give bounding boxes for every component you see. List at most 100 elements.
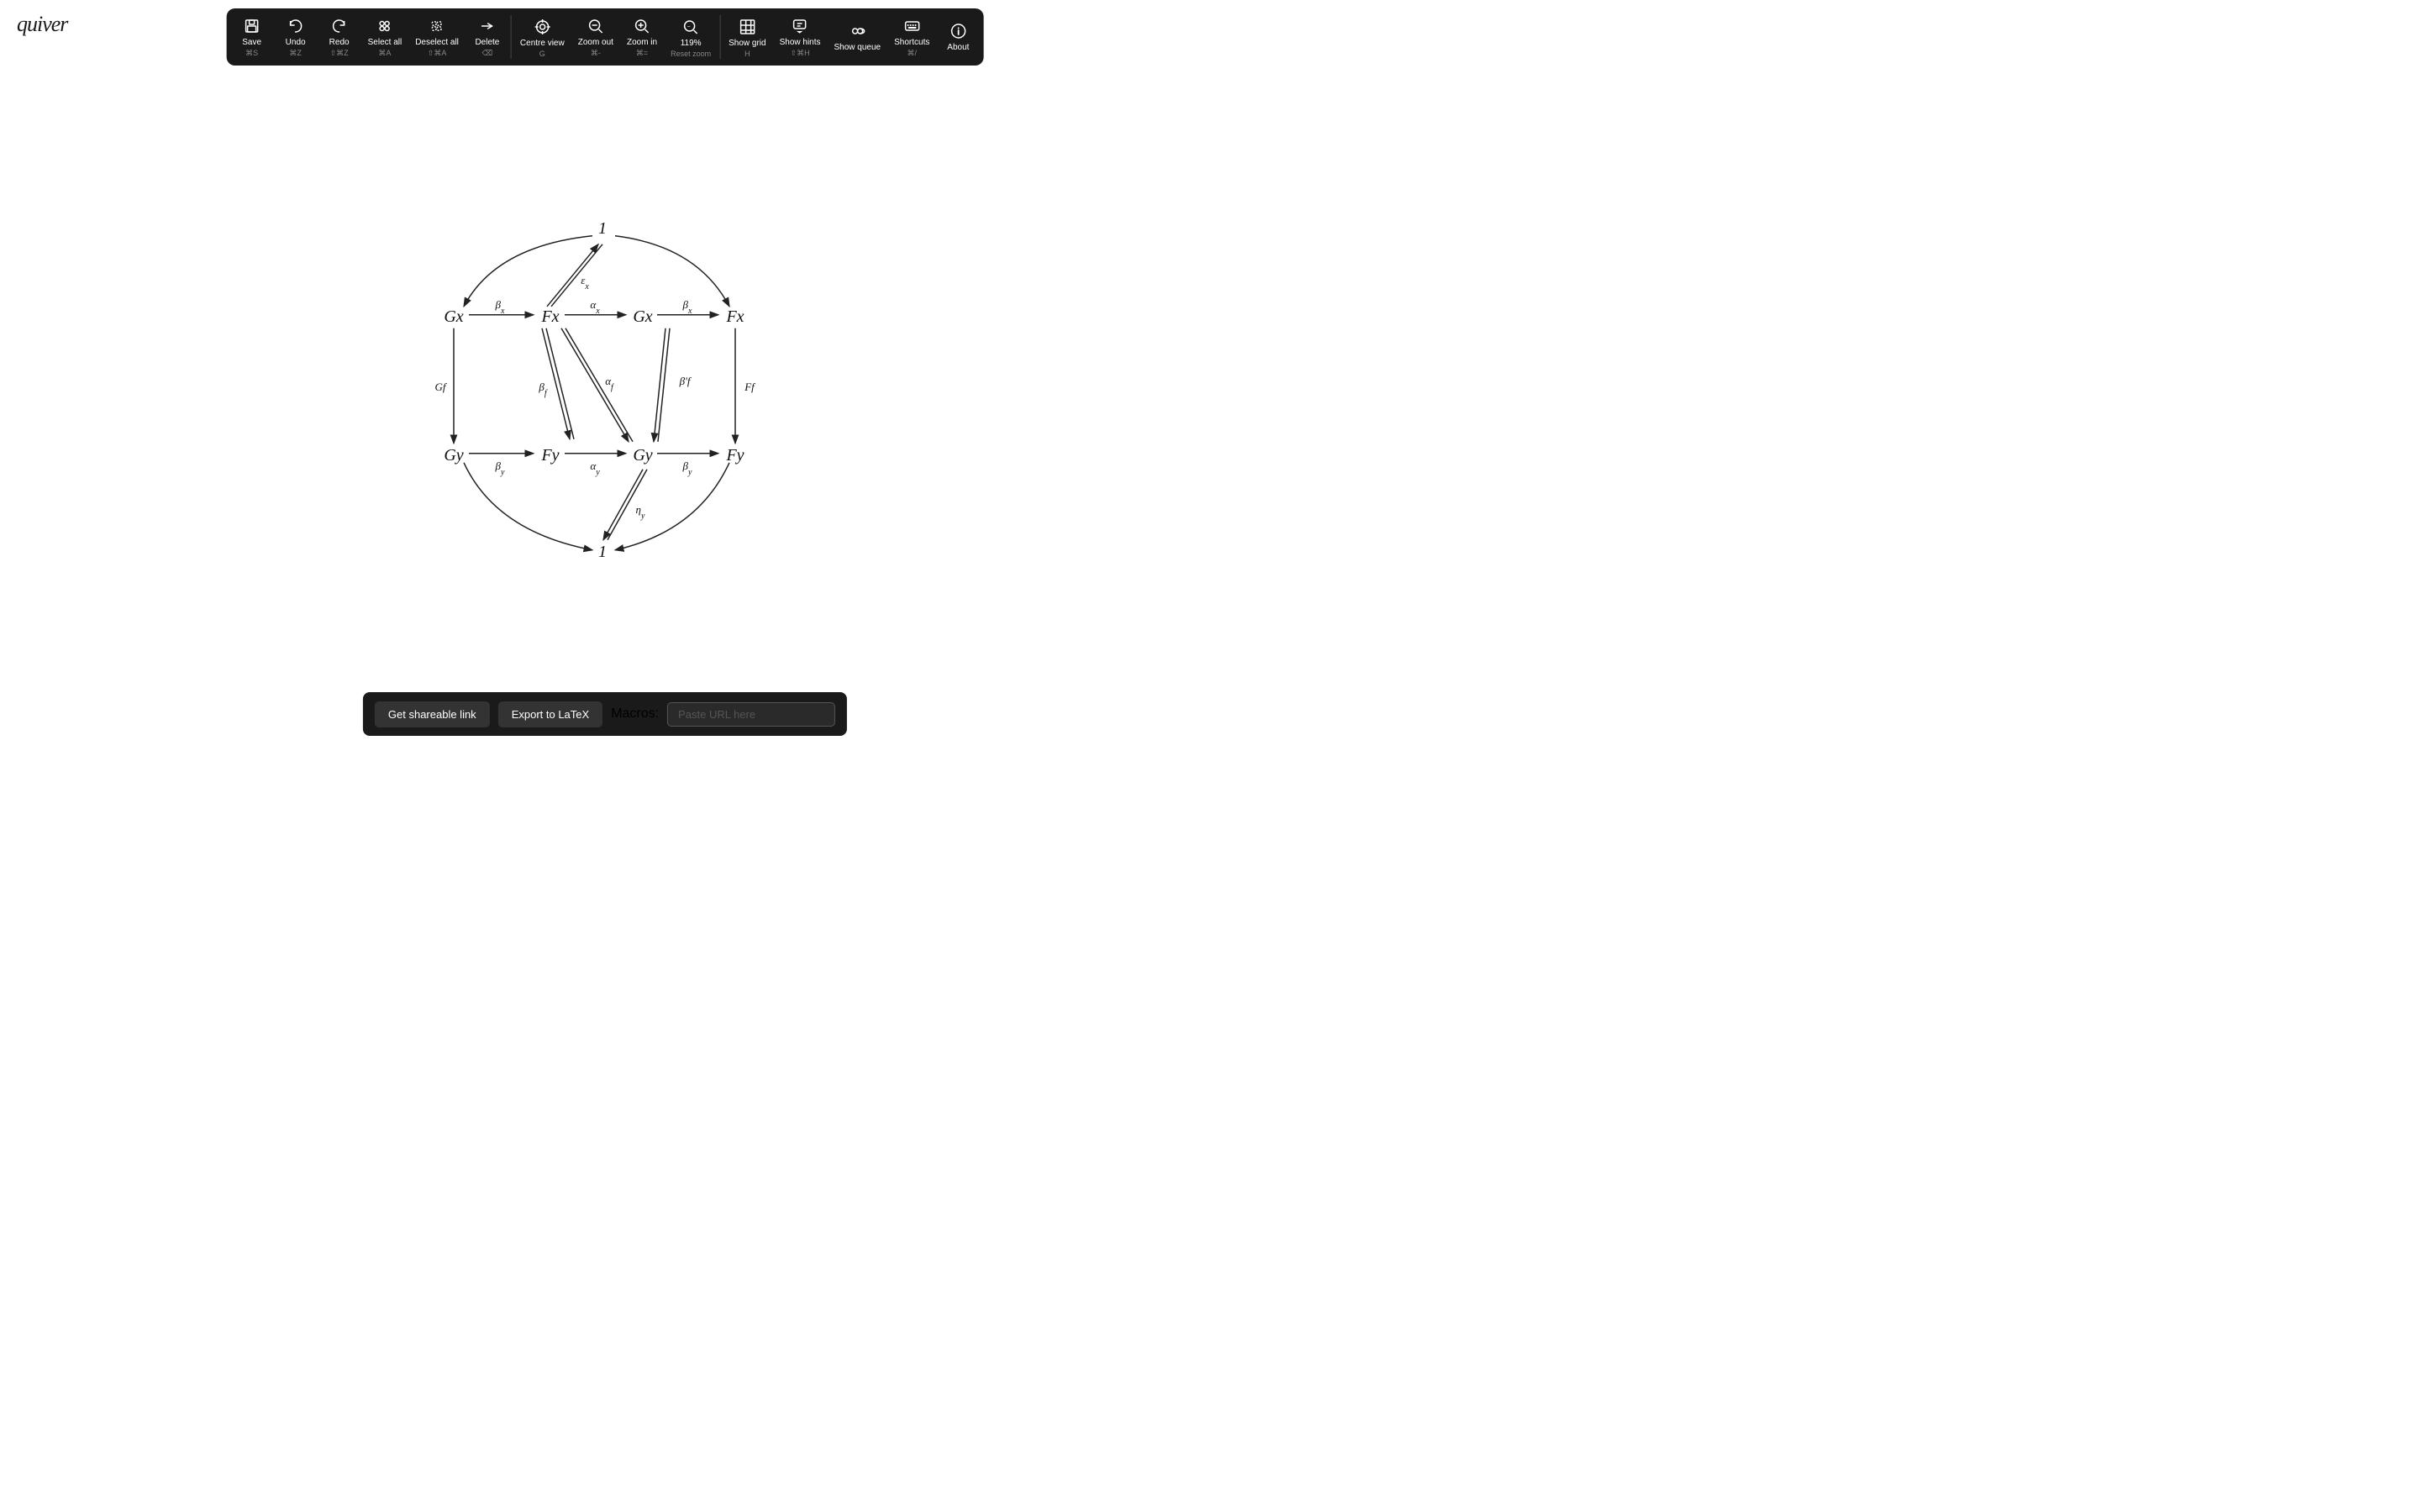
hints-icon [792,16,808,36]
label-beta-x1: βx [495,298,505,316]
toolbar-redo[interactable]: Redo ⇧⌘Z [318,8,361,66]
label-gf-left: Gf [435,381,448,393]
label-ff: Ff [744,381,756,393]
arc-fy2-to-1 [615,463,729,550]
arrow-beta-f-double [546,328,574,439]
toolbar-save[interactable]: Save ⌘S [230,8,274,66]
redo-label: Redo [329,38,350,47]
label-alpha-f: αf [605,375,614,392]
delete-label: Delete [475,38,499,47]
zoom-value-label: 119% [681,39,702,48]
arc-1-to-fx2 [615,236,729,307]
label-alpha-x: αx [590,298,600,316]
reset-zoom-icon: − [682,17,699,37]
toolbar-divider-2 [719,15,720,59]
deselect-all-label: Deselect all [415,38,459,47]
arc-1-to-gx [464,236,592,307]
centre-view-label: Centre view [520,39,565,48]
diagram: .math { font-family: 'Times New Roman', … [370,204,840,612]
toolbar-show-grid[interactable]: Show grid H [722,8,772,66]
delete-shortcut: ⌫ [482,49,493,58]
get-shareable-link-button[interactable]: Get shareable link [375,701,490,727]
arrow-eps-x-double [551,244,602,307]
show-grid-shortcut: H [744,50,750,58]
macros-label: Macros: [611,706,659,722]
select-all-label: Select all [368,38,402,47]
info-icon [950,21,966,41]
toolbar-centre-view[interactable]: Centre view G [513,8,571,66]
zoom-in-label: Zoom in [627,38,657,47]
label-alpha-y: αy [590,459,600,477]
centre-view-icon [534,17,550,37]
app-logo[interactable]: quiver [17,12,67,37]
main-toolbar: Save ⌘S Undo ⌘Z Redo ⇧⌘Z [227,8,984,66]
toolbar-zoom-out[interactable]: Zoom out ⌘- [571,8,620,66]
undo-icon [287,16,304,36]
svg-text:−: − [687,24,691,30]
save-icon [244,16,260,36]
toolbar-about[interactable]: About [936,8,980,66]
save-shortcut: ⌘S [245,49,258,58]
zoom-out-icon [587,16,604,36]
show-hints-shortcut: ⇧⌘H [791,49,810,58]
arrow-alpha-f [561,328,629,442]
label-beta-y1: βy [495,459,505,477]
logo-text: quiver [17,12,67,37]
label-eta-y: ηy [636,503,645,521]
node-fx2: Fx [725,307,744,326]
export-to-latex-button[interactable]: Export to LaTeX [498,701,603,727]
node-gy2: Gy [633,446,652,465]
undo-label: Undo [286,38,306,47]
centre-view-shortcut: G [539,50,545,58]
toolbar-reset-zoom[interactable]: − 119% Reset zoom [664,8,718,66]
toolbar-show-queue[interactable]: Show queue [828,8,888,66]
keyboard-icon [903,16,920,36]
node-fx1: Fx [540,307,559,326]
label-beta-y2: βy [682,459,692,477]
toolbar-deselect-all[interactable]: Deselect all ⇧⌘A [408,8,466,66]
label-beta-f: βf [538,381,547,398]
toolbar-delete[interactable]: Delete ⌫ [466,8,509,66]
zoom-out-shortcut: ⌘- [591,49,601,58]
deselect-all-icon [429,16,445,36]
show-hints-label: Show hints [780,38,821,47]
label-beta-prime-f: β'f [679,375,692,387]
redo-shortcut: ⇧⌘Z [330,49,349,58]
arrow-eps-x [547,244,598,307]
undo-shortcut: ⌘Z [289,49,302,58]
arc-gy1-to-1 [464,463,592,550]
node-gx1: Gx [444,307,463,326]
select-all-icon [376,16,393,36]
grid-icon [739,17,755,37]
queue-icon [849,21,865,41]
select-all-shortcut: ⌘A [378,49,391,58]
macros-url-input[interactable] [667,702,835,727]
shortcuts-shortcut: ⌘/ [907,49,917,58]
delete-icon [479,16,496,36]
node-1-top: 1 [598,219,607,238]
toolbar-undo[interactable]: Undo ⌘Z [274,8,318,66]
commutative-diagram: .math { font-family: 'Times New Roman', … [370,204,840,607]
arrow-alpha-f-double [566,328,633,442]
arrow-beta-f [542,328,570,439]
toolbar-divider-1 [511,15,512,59]
node-fy1: Fy [540,446,559,465]
toolbar-zoom-in[interactable]: Zoom in ⌘= [620,8,664,66]
zoom-out-label: Zoom out [578,38,613,47]
node-fy2: Fy [725,446,744,465]
redo-icon [331,16,348,36]
label-eps-x: εx [581,274,589,291]
toolbar-show-hints[interactable]: Show hints ⇧⌘H [773,8,828,66]
show-queue-label: Show queue [834,43,881,52]
node-1-bottom: 1 [598,543,607,561]
about-label: About [947,43,969,52]
deselect-all-shortcut: ⇧⌘A [428,49,447,58]
toolbar-select-all[interactable]: Select all ⌘A [361,8,409,66]
canvas[interactable]: .math { font-family: 'Times New Roman', … [0,76,1210,756]
bottom-bar: Get shareable link Export to LaTeX Macro… [363,692,847,736]
shortcuts-label: Shortcuts [894,38,929,47]
zoom-in-icon [634,16,650,36]
zoom-in-shortcut: ⌘= [636,49,648,58]
toolbar-shortcuts[interactable]: Shortcuts ⌘/ [887,8,936,66]
node-gx2: Gx [633,307,652,326]
